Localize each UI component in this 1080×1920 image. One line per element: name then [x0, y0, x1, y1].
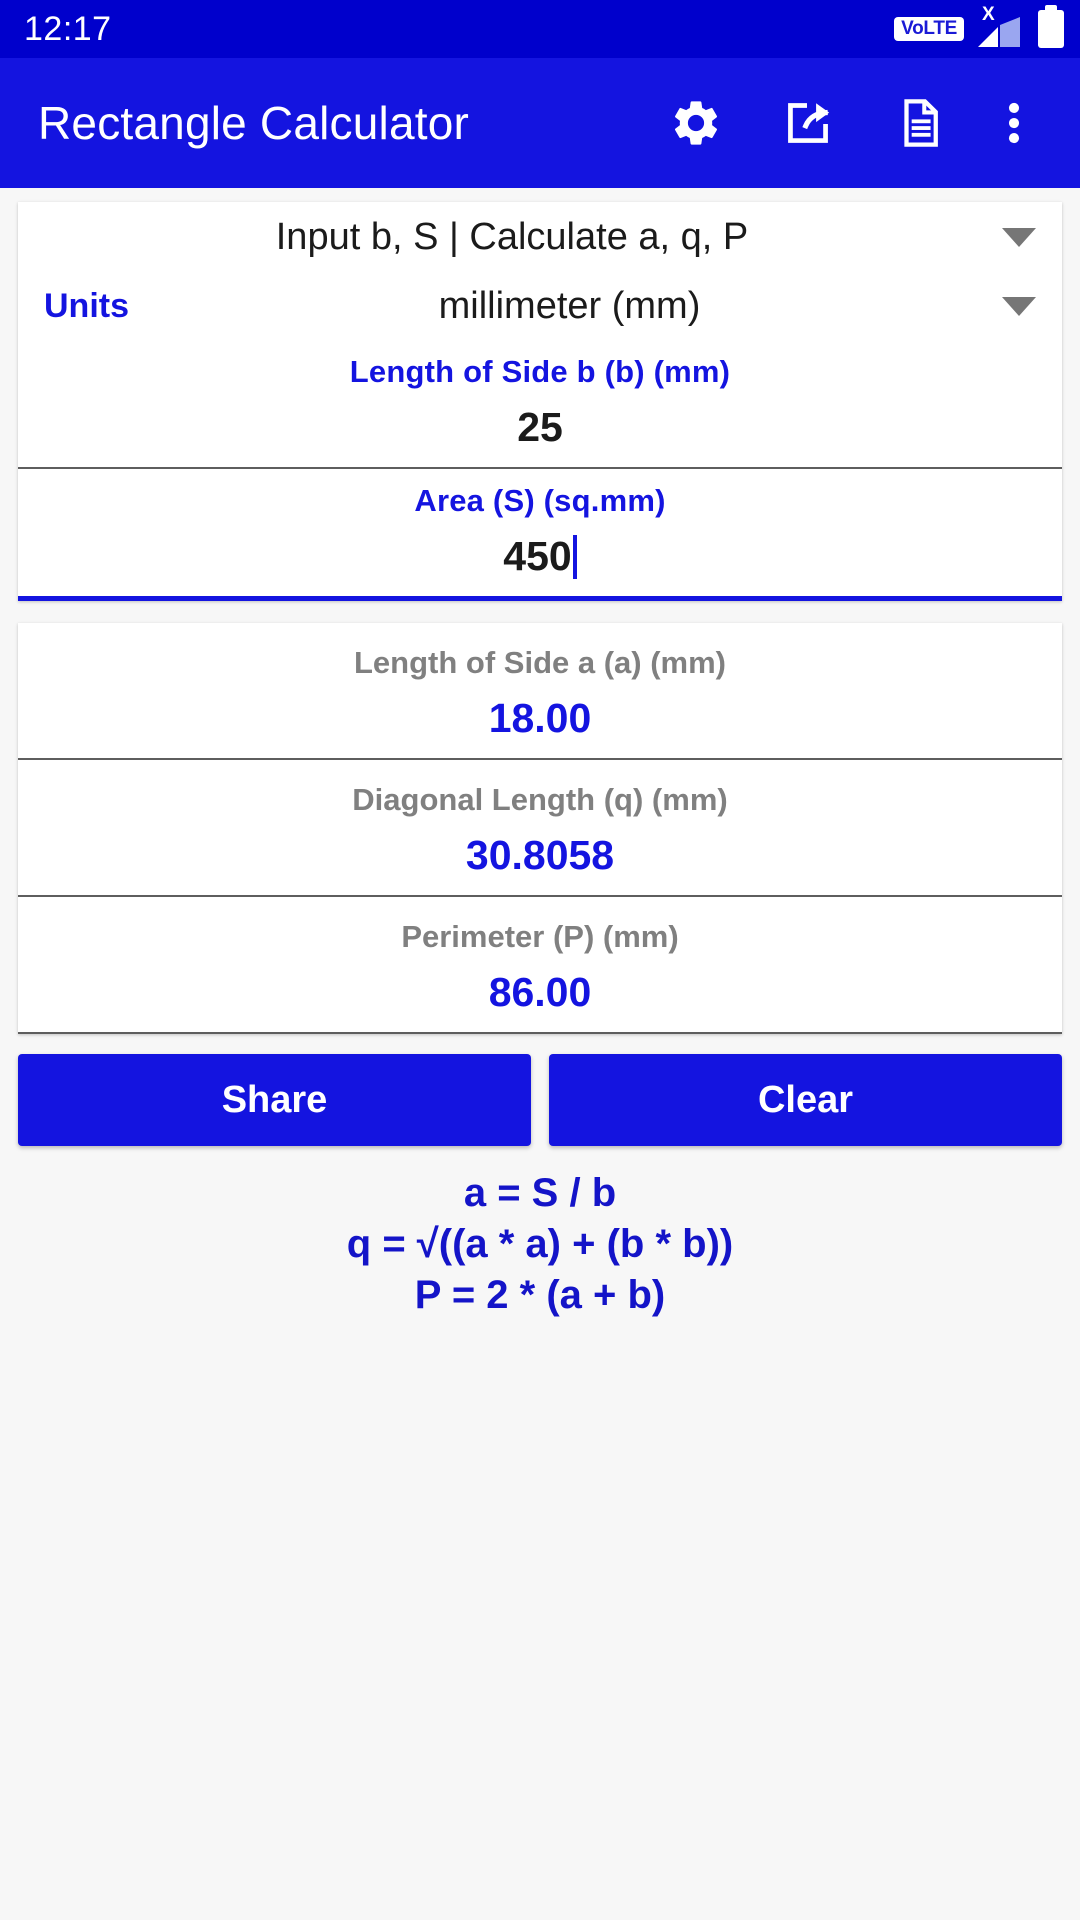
side-b-field[interactable]: Length of Side b (b) (mm) 25: [18, 340, 1062, 467]
result-perimeter-value: 86.00: [488, 969, 592, 1015]
page-content: Input b, S | Calculate a, q, P Units mil…: [0, 202, 1080, 1322]
units-select-value: millimeter (mm): [438, 285, 701, 327]
signal-triangle-icon: [978, 17, 1020, 47]
status-icons: VoLTE X: [894, 5, 1064, 49]
result-perimeter-label: Perimeter (P) (mm): [401, 919, 679, 954]
document-icon: [893, 96, 947, 150]
battery-icon: [1038, 5, 1064, 48]
side-b-input[interactable]: 25: [44, 390, 1036, 467]
area-input[interactable]: 450: [503, 533, 571, 579]
document-button[interactable]: [864, 67, 976, 179]
settings-button[interactable]: [640, 67, 752, 179]
result-diagonal: Diagonal Length (q) (mm) 30.8058: [18, 760, 1062, 895]
overflow-menu-icon: [987, 96, 1041, 150]
units-label: Units: [44, 287, 129, 325]
result-perimeter: Perimeter (P) (mm) 86.00: [18, 897, 1062, 1032]
area-label: Area (S) (sq.mm): [414, 483, 666, 518]
area-input-row[interactable]: 450: [44, 519, 1036, 596]
formula-q: q = √((a * a) + (b * b)): [346, 1222, 734, 1267]
overflow-menu-button[interactable]: [976, 67, 1052, 179]
page-title: Rectangle Calculator: [38, 97, 470, 149]
share-button[interactable]: [752, 67, 864, 179]
formula-a: a = S / b: [463, 1171, 617, 1215]
status-time: 12:17: [24, 9, 112, 48]
chevron-down-icon: [1002, 297, 1036, 316]
action-buttons: Share Clear: [18, 1054, 1062, 1146]
app-bar: Rectangle Calculator: [0, 58, 1080, 188]
result-side-a-label: Length of Side a (a) (mm): [354, 645, 726, 680]
result-diagonal-value: 30.8058: [465, 832, 615, 878]
share-export-icon: [781, 96, 835, 150]
input-card: Input b, S | Calculate a, q, P Units mil…: [18, 202, 1062, 601]
volte-badge: VoLTE: [894, 17, 964, 41]
result-side-a: Length of Side a (a) (mm) 18.00: [18, 623, 1062, 758]
formula-list: a = S / b q = √((a * a) + (b * b)) P = 2…: [0, 1146, 1080, 1322]
result-divider: [18, 1032, 1062, 1034]
mode-select-value: Input b, S | Calculate a, q, P: [275, 216, 749, 258]
text-cursor: [572, 535, 577, 579]
signal-bars-icon: X: [978, 5, 1024, 49]
status-bar: 12:17 VoLTE X: [0, 0, 1080, 58]
gear-icon: [669, 96, 723, 150]
app-bar-actions: [640, 67, 1052, 179]
result-diagonal-label: Diagonal Length (q) (mm): [352, 782, 728, 817]
share-button[interactable]: Share: [18, 1054, 531, 1146]
chevron-down-icon: [1002, 228, 1036, 247]
formula-p: P = 2 * (a + b): [414, 1273, 666, 1318]
units-select[interactable]: Units millimeter (mm): [18, 271, 1062, 340]
results-card: Length of Side a (a) (mm) 18.00 Diagonal…: [18, 623, 1062, 1034]
clear-button[interactable]: Clear: [549, 1054, 1062, 1146]
area-field[interactable]: Area (S) (sq.mm) 450: [18, 469, 1062, 596]
result-side-a-value: 18.00: [488, 695, 592, 741]
side-b-label: Length of Side b (b) (mm): [349, 354, 731, 389]
area-underline-focused: [18, 596, 1062, 601]
mode-select[interactable]: Input b, S | Calculate a, q, P: [18, 202, 1062, 271]
